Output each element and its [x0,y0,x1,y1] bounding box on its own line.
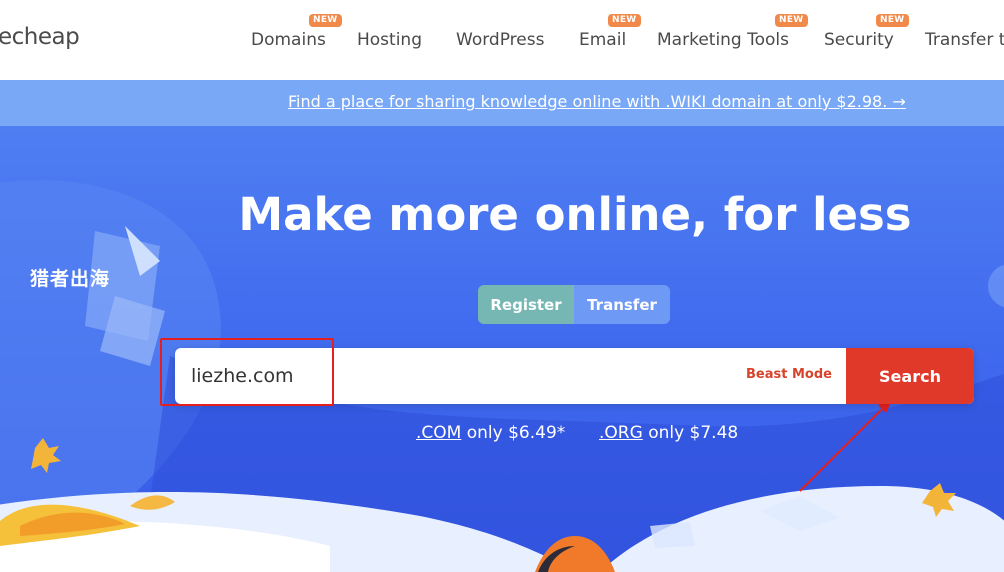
nav-wordpress[interactable]: WordPress [456,30,544,50]
com-price: .COM only $6.49* [416,423,565,443]
org-price: .ORG only $7.48 [599,423,738,443]
hero-section: 猎者出海 Make more online, for less Register… [0,126,1004,572]
com-tld-link[interactable]: .COM [416,423,461,443]
nav-email[interactable]: Email [579,30,626,50]
search-button[interactable]: Search [846,348,974,404]
tab-transfer[interactable]: Transfer [574,285,670,324]
promo-bar: Find a place for sharing knowledge onlin… [0,80,1004,126]
org-tld-link[interactable]: .ORG [599,423,643,443]
nav-marketing-tools[interactable]: Marketing Tools [657,30,789,50]
annotation-highlight-box [160,338,334,406]
com-price-text: only $6.49* [466,423,566,443]
org-price-text: only $7.48 [648,423,739,443]
nav-security[interactable]: Security [824,30,894,50]
nav-badge-email: NEW [608,14,641,27]
promo-link[interactable]: Find a place for sharing knowledge onlin… [288,92,906,111]
tab-register[interactable]: Register [478,285,574,324]
beast-mode-link[interactable]: Beast Mode [746,367,832,382]
site-header: echeap NEW Domains Hosting WordPress NEW… [0,0,1004,80]
nav-badge-marketing: NEW [775,14,808,27]
nav-hosting[interactable]: Hosting [357,30,422,50]
nav-domains[interactable]: Domains [251,30,326,50]
nav-badge-security: NEW [876,14,909,27]
hero-title: Make more online, for less [238,188,912,241]
nav-transfer[interactable]: Transfer t [925,30,1004,50]
watermark-text: 猎者出海 [30,268,111,290]
register-transfer-toggle: Register Transfer [478,285,670,324]
logo[interactable]: echeap [0,24,80,50]
nav-badge-domains: NEW [309,14,342,27]
